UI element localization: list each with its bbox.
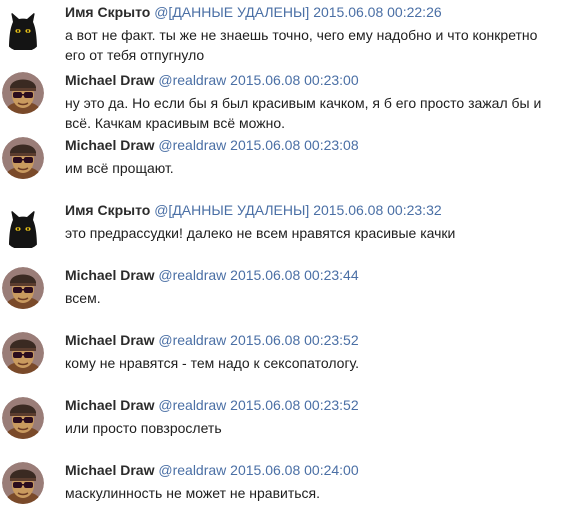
- message-header: Michael Draw @realdraw 2015.06.08 00:23:…: [65, 332, 359, 349]
- man-avatar[interactable]: [2, 332, 44, 374]
- message-timestamp[interactable]: 2015.06.08 00:23:00: [230, 72, 358, 88]
- author-name[interactable]: Michael Draw: [65, 137, 154, 153]
- message-text: всем.: [65, 290, 101, 306]
- message-timestamp[interactable]: 2015.06.08 00:23:44: [230, 267, 358, 283]
- man-avatar[interactable]: [2, 462, 44, 504]
- message-text: им всё прощают.: [65, 160, 174, 176]
- message-timestamp[interactable]: 2015.06.08 00:23:52: [230, 397, 358, 413]
- message-header: Michael Draw @realdraw 2015.06.08 00:23:…: [65, 397, 359, 414]
- author-name[interactable]: Michael Draw: [65, 332, 154, 348]
- message-timestamp[interactable]: 2015.06.08 00:24:00: [230, 462, 358, 478]
- author-name[interactable]: Michael Draw: [65, 267, 154, 283]
- message-timestamp[interactable]: 2015.06.08 00:23:08: [230, 137, 358, 153]
- man-avatar[interactable]: [2, 267, 44, 309]
- message-text: ну это да. Но если бы я был красивым кач…: [65, 95, 542, 131]
- cat-avatar[interactable]: [2, 10, 44, 52]
- author-handle[interactable]: @realdraw: [158, 397, 226, 413]
- cat-avatar[interactable]: [2, 208, 44, 250]
- author-handle[interactable]: @realdraw: [158, 267, 226, 283]
- author-name[interactable]: Имя Скрыто: [65, 202, 150, 218]
- message-header: Michael Draw @realdraw 2015.06.08 00:24:…: [65, 462, 359, 479]
- author-handle[interactable]: @realdraw: [158, 72, 226, 88]
- author-handle[interactable]: @[ДАННЫЕ УДАЛЕНЫ]: [154, 202, 309, 218]
- man-avatar[interactable]: [2, 72, 44, 114]
- message-timestamp[interactable]: 2015.06.08 00:22:26: [313, 4, 441, 20]
- author-name[interactable]: Michael Draw: [65, 462, 154, 478]
- author-handle[interactable]: @realdraw: [158, 137, 226, 153]
- man-avatar[interactable]: [2, 397, 44, 439]
- author-name[interactable]: Имя Скрыто: [65, 4, 150, 20]
- author-name[interactable]: Michael Draw: [65, 72, 154, 88]
- message-timestamp[interactable]: 2015.06.08 00:23:32: [313, 202, 441, 218]
- message-text: это предрассудки! далеко не всем нравятс…: [65, 225, 456, 241]
- man-avatar[interactable]: [2, 137, 44, 179]
- message-header: Michael Draw @realdraw 2015.06.08 00:23:…: [65, 267, 359, 284]
- author-handle[interactable]: @realdraw: [158, 332, 226, 348]
- chat-log: Имя Скрыто @[ДАННЫЕ УДАЛЕНЫ] 2015.06.08 …: [0, 0, 562, 519]
- author-handle[interactable]: @[ДАННЫЕ УДАЛЕНЫ]: [154, 4, 309, 20]
- author-name[interactable]: Michael Draw: [65, 397, 154, 413]
- message-text: маскулинность не может не нравиться.: [65, 485, 321, 501]
- message-header: Имя Скрыто @[ДАННЫЕ УДАЛЕНЫ] 2015.06.08 …: [65, 4, 442, 21]
- author-handle[interactable]: @realdraw: [158, 462, 226, 478]
- message-text: а вот не факт. ты же не знаешь точно, че…: [65, 27, 538, 63]
- message-header: Имя Скрыто @[ДАННЫЕ УДАЛЕНЫ] 2015.06.08 …: [65, 202, 442, 219]
- message-header: Michael Draw @realdraw 2015.06.08 00:23:…: [65, 137, 359, 154]
- message-text: кому не нравятся - тем надо к сексопатол…: [65, 355, 360, 371]
- message-timestamp[interactable]: 2015.06.08 00:23:52: [230, 332, 358, 348]
- message-text: или просто повзрослеть: [65, 420, 222, 436]
- message-header: Michael Draw @realdraw 2015.06.08 00:23:…: [65, 72, 359, 89]
